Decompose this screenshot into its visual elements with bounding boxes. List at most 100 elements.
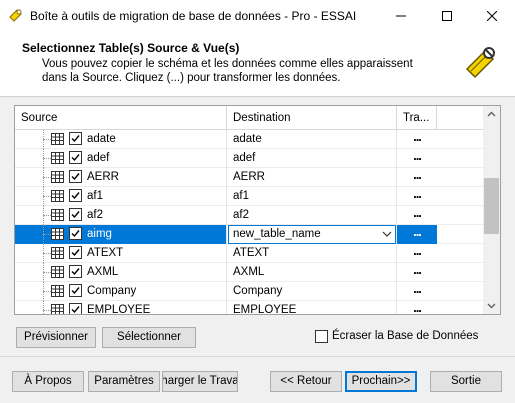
source-cell[interactable]: Company — [15, 282, 227, 301]
table-icon — [51, 247, 64, 259]
transform-button[interactable]: ... — [397, 168, 437, 187]
table-row[interactable]: af1 af1 ... — [15, 187, 483, 206]
table-row[interactable]: AERR AERR ... — [15, 168, 483, 187]
vertical-scrollbar[interactable] — [483, 106, 500, 314]
checkbox-icon — [71, 306, 80, 314]
table-row[interactable]: AXML AXML ... — [15, 263, 483, 282]
table-icon — [51, 190, 64, 202]
table-row[interactable]: EMPLOYEE EMPLOYEE ... — [15, 301, 483, 315]
tree-branch — [43, 177, 51, 178]
destination-cell[interactable]: adate — [227, 130, 397, 149]
page-description: Vous pouvez copier le schéma et les donn… — [42, 58, 413, 84]
destination-cell[interactable]: ATEXT — [227, 244, 397, 263]
checkbox-icon — [71, 268, 80, 276]
table-row-selected[interactable]: aimg new_table_name ... — [15, 225, 483, 244]
include-checkbox[interactable] — [69, 265, 82, 278]
transform-button[interactable]: ... — [397, 263, 437, 282]
table-icon — [51, 266, 64, 278]
checkbox-icon — [71, 135, 80, 143]
scroll-down-icon[interactable] — [483, 297, 500, 314]
tree-branch — [43, 139, 51, 140]
source-table-name: Company — [87, 285, 137, 297]
grid-rows: adate adate ... adef adef ... AERR AERR … — [15, 130, 483, 315]
table-icon — [51, 133, 64, 145]
tree-branch — [43, 310, 51, 311]
include-checkbox[interactable] — [69, 303, 82, 314]
destination-cell[interactable]: af2 — [227, 206, 397, 225]
table-row[interactable]: Company Company ... — [15, 282, 483, 301]
transform-button[interactable]: ... — [397, 225, 437, 244]
table-row[interactable]: adef adef ... — [15, 149, 483, 168]
transform-button[interactable]: ... — [397, 206, 437, 225]
table-row[interactable]: adate adate ... — [15, 130, 483, 149]
destination-cell[interactable]: new_table_name — [227, 225, 397, 244]
source-cell[interactable]: EMPLOYEE — [15, 301, 227, 314]
table-row[interactable]: ATEXT ATEXT ... — [15, 244, 483, 263]
transform-button[interactable]: ... — [397, 282, 437, 301]
column-header-source[interactable]: Source — [15, 106, 227, 130]
transform-button[interactable]: ... — [397, 149, 437, 168]
back-button[interactable]: << Retour — [270, 371, 342, 392]
include-checkbox[interactable] — [69, 189, 82, 202]
source-table-name: aimg — [87, 228, 112, 240]
source-cell[interactable]: ATEXT — [15, 244, 227, 263]
checkbox-icon — [71, 249, 80, 257]
about-button[interactable]: À Propos — [12, 371, 84, 392]
transform-button[interactable]: ... — [397, 187, 437, 206]
table-icon — [51, 209, 64, 221]
source-cell[interactable]: AERR — [15, 168, 227, 187]
include-checkbox[interactable] — [69, 227, 82, 240]
destination-cell[interactable]: EMPLOYEE — [227, 301, 397, 314]
dropdown-caret-icon[interactable] — [382, 229, 392, 239]
source-table-name: adate — [87, 133, 116, 145]
include-checkbox[interactable] — [69, 170, 82, 183]
select-button[interactable]: Sélectionner — [102, 327, 196, 348]
destination-name-combobox[interactable]: new_table_name — [228, 225, 396, 244]
maximize-icon — [442, 10, 452, 21]
source-cell[interactable]: af1 — [15, 187, 227, 206]
include-checkbox[interactable] — [69, 132, 82, 145]
tables-grid[interactable]: Source Destination Tra... adate adate ..… — [14, 105, 501, 315]
include-checkbox[interactable] — [69, 284, 82, 297]
source-cell[interactable]: adef — [15, 149, 227, 168]
minimize-icon — [396, 15, 406, 16]
transform-button[interactable]: ... — [397, 244, 437, 263]
transform-button[interactable]: ... — [397, 130, 437, 149]
exit-button[interactable]: Sortie — [430, 371, 502, 392]
scroll-up-icon[interactable] — [483, 106, 500, 123]
title-bar: Boîte à outils de migration de base de d… — [0, 0, 515, 31]
source-cell[interactable]: AXML — [15, 263, 227, 282]
next-button[interactable]: Prochain>> — [345, 371, 417, 392]
destination-cell[interactable]: af1 — [227, 187, 397, 206]
destination-cell[interactable]: adef — [227, 149, 397, 168]
scrollbar-thumb[interactable] — [484, 178, 499, 234]
load-task-button[interactable]: Charger le Travail — [162, 371, 238, 392]
page-title: Selectionnez Table(s) Source & Vue(s) — [22, 41, 240, 55]
include-checkbox[interactable] — [69, 208, 82, 221]
overwrite-database-checkbox[interactable] — [315, 330, 328, 343]
tree-branch — [43, 291, 51, 292]
checkbox-icon — [71, 192, 80, 200]
include-checkbox[interactable] — [69, 151, 82, 164]
divider — [0, 356, 515, 357]
source-cell[interactable]: adate — [15, 130, 227, 149]
table-row[interactable]: af2 af2 ... — [15, 206, 483, 225]
table-icon — [51, 304, 64, 314]
table-icon — [51, 228, 64, 240]
preview-button[interactable]: Prévisionner — [16, 327, 96, 348]
settings-button[interactable]: Paramètres — [88, 371, 160, 392]
minimize-button[interactable] — [378, 0, 424, 31]
column-header-destination[interactable]: Destination — [227, 106, 397, 130]
close-button[interactable] — [469, 0, 515, 31]
source-cell[interactable]: aimg — [15, 225, 227, 244]
window-title: Boîte à outils de migration de base de d… — [30, 9, 357, 23]
column-header-transform[interactable]: Tra... — [397, 106, 437, 130]
destination-cell[interactable]: AXML — [227, 263, 397, 282]
include-checkbox[interactable] — [69, 246, 82, 259]
source-cell[interactable]: af2 — [15, 206, 227, 225]
destination-cell[interactable]: AERR — [227, 168, 397, 187]
close-icon — [487, 10, 497, 21]
maximize-button[interactable] — [424, 0, 470, 31]
transform-button[interactable]: ... — [397, 301, 437, 315]
destination-cell[interactable]: Company — [227, 282, 397, 301]
